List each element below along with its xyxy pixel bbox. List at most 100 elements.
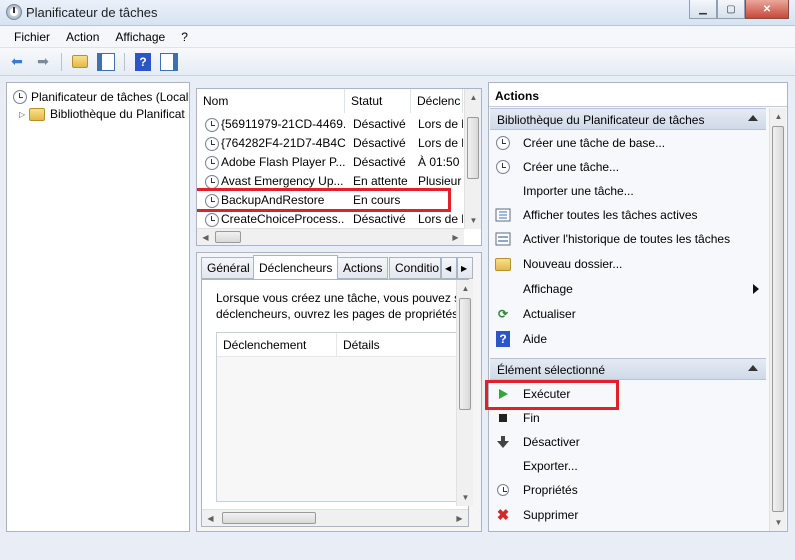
menu-affichage[interactable]: Affichage bbox=[107, 30, 173, 44]
task-status: Désactivé bbox=[353, 117, 406, 131]
action-end[interactable]: Fin bbox=[493, 407, 763, 429]
scroll-right-icon[interactable]: ▶ bbox=[447, 229, 464, 245]
down-arrow-icon-svg bbox=[497, 436, 509, 448]
task-list-vertical-scrollbar[interactable]: ▲ ▼ bbox=[464, 89, 481, 229]
window-title: Planificateur de tâches bbox=[26, 5, 158, 20]
task-list-horizontal-scrollbar[interactable]: ◀ ▶ bbox=[197, 228, 464, 245]
tab-actions[interactable]: Actions bbox=[337, 257, 389, 279]
action-create-task[interactable]: Créer une tâche... bbox=[493, 156, 763, 178]
column-header-trigger-details[interactable]: Détails bbox=[337, 333, 463, 357]
collapse-icon[interactable] bbox=[748, 115, 758, 121]
action-disable-label: Désactiver bbox=[523, 435, 580, 449]
list-icon-svg bbox=[495, 208, 511, 222]
task-trigger: Lors de l bbox=[418, 136, 463, 150]
menu-fichier[interactable]: Fichier bbox=[6, 30, 58, 44]
action-delete-label: Supprimer bbox=[523, 508, 579, 522]
column-header-trigger[interactable]: Déclenc bbox=[411, 89, 463, 113]
scroll-up-icon[interactable]: ▲ bbox=[770, 108, 787, 125]
task-name: CreateChoiceProcess... bbox=[221, 212, 345, 226]
clock-icon bbox=[496, 160, 510, 174]
help-button[interactable]: ? bbox=[132, 51, 154, 73]
help-icon: ? bbox=[495, 331, 511, 347]
forward-button[interactable]: ➡ bbox=[32, 51, 54, 73]
task-clock-icon bbox=[205, 175, 219, 189]
action-help[interactable]: ? Aide bbox=[493, 328, 763, 350]
show-hide-tree-button[interactable] bbox=[95, 51, 117, 73]
action-show-running-tasks[interactable]: Afficher toutes les tâches actives bbox=[493, 204, 763, 226]
show-hide-action-pane-button[interactable] bbox=[158, 51, 180, 73]
action-disable[interactable]: Désactiver bbox=[493, 431, 763, 453]
action-import-task[interactable]: Importer une tâche... bbox=[493, 180, 763, 202]
window-controls: ▁ ▢ ✕ bbox=[689, 0, 789, 19]
status-area bbox=[0, 538, 795, 560]
scroll-thumb[interactable] bbox=[772, 126, 784, 512]
action-new-folder-label: Nouveau dossier... bbox=[523, 257, 623, 271]
tree-item-root-label: Planificateur de tâches (Local bbox=[31, 90, 189, 104]
highlight-box-run bbox=[485, 380, 619, 410]
tree-item-root[interactable]: Planificateur de tâches (Local bbox=[13, 88, 188, 106]
scroll-thumb[interactable] bbox=[459, 298, 471, 410]
minimize-button[interactable]: ▁ bbox=[689, 0, 717, 19]
clock-icon bbox=[13, 90, 27, 104]
console-tree-icon bbox=[97, 52, 115, 71]
column-header-name[interactable]: Nom bbox=[197, 89, 345, 113]
action-refresh-label: Actualiser bbox=[523, 307, 576, 321]
menu-action[interactable]: Action bbox=[58, 30, 107, 44]
action-end-label: Fin bbox=[523, 411, 540, 425]
details-horizontal-scrollbar[interactable]: ◀ ▶ bbox=[202, 509, 468, 526]
action-new-folder[interactable]: Nouveau dossier... bbox=[493, 253, 763, 275]
scroll-up-icon[interactable]: ▲ bbox=[465, 89, 481, 106]
scroll-thumb[interactable] bbox=[222, 512, 316, 524]
tab-general[interactable]: Général bbox=[201, 257, 256, 279]
action-delete[interactable]: ✖ Supprimer bbox=[493, 504, 763, 526]
task-clock-icon bbox=[205, 213, 219, 227]
details-vertical-scrollbar[interactable]: ▲ ▼ bbox=[456, 280, 473, 506]
expand-arrow-icon[interactable]: ▷ bbox=[19, 110, 29, 119]
scroll-down-icon[interactable]: ▼ bbox=[465, 212, 481, 229]
action-export[interactable]: Exporter... bbox=[493, 455, 763, 477]
table-row[interactable]: CreateChoiceProcess... Désactivé Lors de… bbox=[197, 210, 463, 229]
tab-conditions[interactable]: Conditio bbox=[389, 257, 441, 279]
table-row[interactable]: Adobe Flash Player P... Désactivé À 01:5… bbox=[197, 153, 463, 172]
scroll-right-icon[interactable]: ▶ bbox=[451, 510, 468, 527]
close-button[interactable]: ✕ bbox=[745, 0, 789, 19]
scroll-down-icon[interactable]: ▼ bbox=[770, 514, 787, 531]
scroll-thumb[interactable] bbox=[215, 231, 241, 243]
scroll-down-icon[interactable]: ▼ bbox=[457, 489, 474, 506]
column-header-trigger-type[interactable]: Déclenchement bbox=[217, 333, 337, 357]
scroll-up-icon[interactable]: ▲ bbox=[457, 280, 474, 297]
tab-scroll-left[interactable]: ◀ bbox=[441, 257, 457, 279]
tab-triggers[interactable]: Déclencheurs bbox=[253, 255, 339, 280]
tree-item-library[interactable]: ▷ Bibliothèque du Planificat bbox=[19, 105, 185, 123]
action-properties[interactable]: Propriétés bbox=[493, 479, 763, 501]
toolbar-separator bbox=[61, 52, 62, 71]
action-create-basic-task-label: Créer une tâche de base... bbox=[523, 136, 666, 150]
folder-icon bbox=[495, 256, 511, 272]
action-enable-history[interactable]: Activer l'historique de toutes les tâche… bbox=[493, 228, 763, 250]
action-create-basic-task[interactable]: Créer une tâche de base... bbox=[493, 132, 763, 154]
actions-vertical-scrollbar[interactable]: ▲ ▼ bbox=[769, 108, 786, 531]
collapse-icon[interactable] bbox=[748, 365, 758, 371]
triggers-table[interactable]: Déclenchement Détails bbox=[216, 332, 463, 502]
action-enable-history-label: Activer l'historique de toutes les tâche… bbox=[523, 232, 731, 246]
up-folder-button[interactable] bbox=[69, 51, 91, 73]
action-view[interactable]: Affichage bbox=[493, 278, 763, 300]
back-button[interactable]: ⬅ bbox=[6, 51, 28, 73]
scroll-left-icon[interactable]: ◀ bbox=[202, 510, 219, 527]
help-icon: ? bbox=[135, 52, 151, 71]
column-header-status[interactable]: Statut bbox=[345, 89, 411, 113]
section-header-selected[interactable]: Élément sélectionné bbox=[490, 358, 766, 380]
triggers-description: Lorsque vous créez une tâche, vous pouve… bbox=[216, 290, 466, 322]
section-header-library[interactable]: Bibliothèque du Planificateur de tâches bbox=[490, 108, 766, 130]
action-refresh[interactable]: ⟳ Actualiser bbox=[493, 303, 763, 325]
actions-pane: Actions Bibliothèque du Planificateur de… bbox=[485, 82, 788, 532]
table-row[interactable]: {764282F4-21D7-4B4C... Désactivé Lors de… bbox=[197, 134, 463, 153]
table-row[interactable]: {56911979-21CD-4469... Désactivé Lors de… bbox=[197, 115, 463, 134]
tab-scroll-right[interactable]: ▶ bbox=[457, 257, 473, 279]
list-icon bbox=[495, 207, 511, 223]
scroll-thumb[interactable] bbox=[467, 117, 479, 179]
maximize-button[interactable]: ▢ bbox=[717, 0, 745, 19]
task-name: {56911979-21CD-4469... bbox=[221, 117, 345, 131]
menu-help[interactable]: ? bbox=[173, 30, 196, 44]
scroll-left-icon[interactable]: ◀ bbox=[197, 229, 214, 245]
